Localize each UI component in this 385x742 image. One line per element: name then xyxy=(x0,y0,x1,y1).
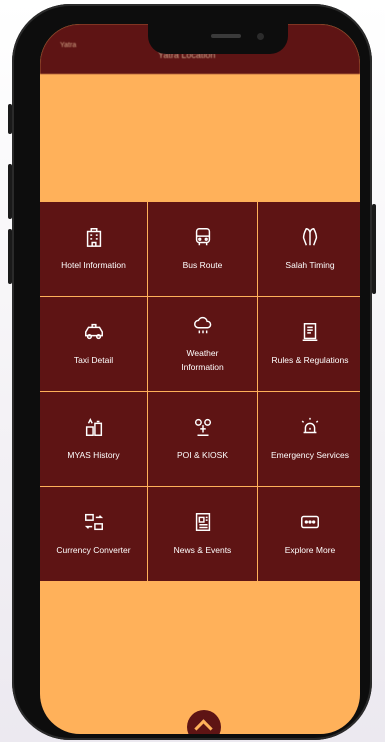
app-logo: Yatra xyxy=(60,42,77,49)
menu-tile-rules-regulations[interactable]: Rules & Regulations xyxy=(258,297,360,392)
menu-grid: Hotel Information Bus Route Salah Timing… xyxy=(40,202,360,582)
menu-label: Rules & Regulations xyxy=(271,355,349,365)
menu-tile-myas-history[interactable]: MYAS History xyxy=(40,392,148,487)
notch xyxy=(148,24,288,54)
bus-icon xyxy=(195,228,210,246)
mute-switch xyxy=(8,104,12,134)
app-screen: Yatra Yatra Location Hotel Information B… xyxy=(40,24,360,734)
history-icon xyxy=(85,418,102,436)
menu-label: Taxi Detail xyxy=(73,355,114,365)
scroll-up-button[interactable] xyxy=(187,710,221,734)
emergency-icon xyxy=(301,417,319,434)
camera xyxy=(257,33,264,40)
menu-tile-bus-route[interactable]: Bus Route xyxy=(148,202,258,297)
chevron-up-icon xyxy=(194,719,213,734)
menu-tile-poi-kiosk[interactable]: POI & KIOSK xyxy=(148,392,258,487)
rules-icon xyxy=(302,323,318,341)
menu-tile-salah-timing[interactable]: Salah Timing xyxy=(258,202,360,297)
weather-icon xyxy=(193,316,211,334)
menu-label: Hotel Information xyxy=(61,260,126,270)
menu-label: Bus Route xyxy=(182,260,223,270)
kiosk-icon xyxy=(194,418,211,436)
menu-tile-currency-converter[interactable]: Currency Converter xyxy=(40,487,148,582)
prayer-hands-icon xyxy=(302,228,318,246)
menu-tile-hotel-information[interactable]: Hotel Information xyxy=(40,202,148,297)
menu-tile-weather-information[interactable]: Weather Information xyxy=(148,297,258,392)
speaker xyxy=(211,34,241,38)
explore-icon xyxy=(301,515,319,529)
menu-tile-news-events[interactable]: News & Events xyxy=(148,487,258,582)
menu-label: POI & KIOSK xyxy=(176,450,229,460)
hotel-icon xyxy=(86,228,101,247)
menu-label: Salah Timing xyxy=(285,260,335,270)
volume-down-button xyxy=(8,229,12,284)
menu-label: Weather Information xyxy=(181,348,224,372)
menu-label: News & Events xyxy=(173,545,232,555)
menu-label: MYAS History xyxy=(67,450,120,460)
menu-tile-explore-more[interactable]: Explore More xyxy=(258,487,360,582)
menu-label: Currency Converter xyxy=(56,545,131,555)
power-button xyxy=(372,204,376,294)
taxi-icon xyxy=(84,323,103,340)
menu-label: Emergency Services xyxy=(271,450,349,460)
volume-up-button xyxy=(8,164,12,219)
menu-label: Explore More xyxy=(284,545,336,555)
menu-tile-emergency-services[interactable]: Emergency Services xyxy=(258,392,360,487)
menu-tile-taxi-detail[interactable]: Taxi Detail xyxy=(40,297,148,392)
news-icon xyxy=(195,513,210,531)
currency-icon xyxy=(84,513,103,531)
